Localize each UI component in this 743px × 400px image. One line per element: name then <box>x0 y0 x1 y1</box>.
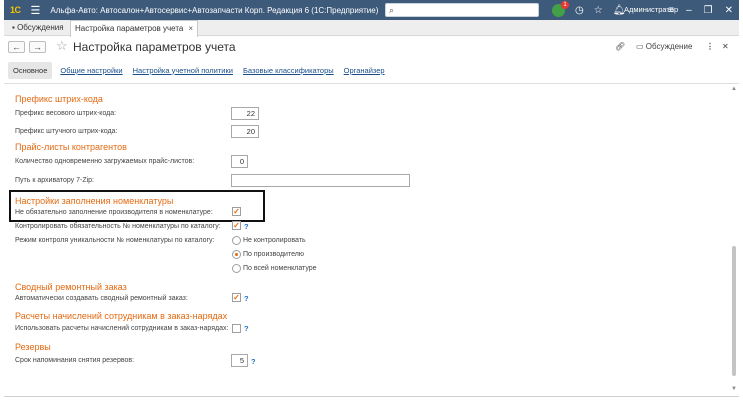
notifications-icon[interactable]: 1 <box>552 0 569 17</box>
highlight-frame <box>9 190 265 222</box>
favorite-star-icon[interactable]: ☆ <box>56 38 68 54</box>
tab-discussions-label: Обсуждения <box>17 23 64 32</box>
help-icon[interactable]: ? <box>244 294 249 303</box>
page-title: Настройка параметров учета <box>73 40 236 54</box>
help-icon[interactable]: ? <box>251 357 256 366</box>
reserve-term-label: Срок напоминания снятия резервов: <box>15 357 135 364</box>
close-form-icon[interactable]: ✕ <box>722 42 729 51</box>
piece-barcode-input[interactable]: 20 <box>231 125 259 138</box>
tab-close-icon[interactable]: × <box>188 24 193 33</box>
help-icon[interactable]: ? <box>244 222 249 231</box>
section-general[interactable]: Общие настройки <box>60 66 122 75</box>
pricelist-count-input[interactable]: 0 <box>231 155 248 168</box>
section-classifiers[interactable]: Базовые классификаторы <box>243 66 334 75</box>
section-links: Основное Общие настройки Настройка учетн… <box>8 61 395 79</box>
discussion-label: Обсуждение <box>645 42 693 51</box>
app-title: Альфа-Авто: Автосалон+Автосервис+Автозап… <box>50 5 379 15</box>
minimize-icon[interactable]: – <box>686 5 692 16</box>
payroll-checkbox[interactable] <box>232 324 241 333</box>
close-icon[interactable]: ✕ <box>725 5 733 16</box>
payroll-label: Использовать расчеты начислений сотрудни… <box>15 325 229 332</box>
main-menu-icon[interactable]: ☰ <box>31 4 41 17</box>
group-nomenclature: Настройки заполнения номенклатуры <box>15 196 174 206</box>
forward-button[interactable]: → <box>29 41 46 53</box>
tab-settings-label: Настройка параметров учета <box>75 24 184 33</box>
radio-no-control[interactable] <box>232 236 241 245</box>
archiver-path-input[interactable] <box>231 174 410 187</box>
group-payroll: Расчеты начислений сотрудникам в заказ-н… <box>15 311 228 321</box>
restore-icon[interactable]: ❐ <box>704 5 713 16</box>
vertical-scrollbar[interactable]: ▲ ▼ <box>731 86 737 394</box>
app-logo: 1С <box>10 5 21 15</box>
discussion-button[interactable]: ▭ Обсуждение <box>636 42 692 51</box>
control-catalog-checkbox[interactable]: ✓ <box>232 221 241 230</box>
divider <box>4 83 739 84</box>
help-icon[interactable]: ? <box>244 324 249 333</box>
back-button[interactable]: ← <box>8 41 25 53</box>
weight-barcode-input[interactable]: 22 <box>231 107 259 120</box>
pricelist-count-label: Количество одновременно загружаемых прай… <box>15 158 195 165</box>
bottom-border <box>4 396 739 397</box>
uniqueness-mode-label: Режим контроля уникальности № номенклату… <box>15 237 215 244</box>
link-icon[interactable]: 🔗︎ <box>615 42 625 51</box>
radio-by-manufacturer[interactable] <box>232 250 241 259</box>
tabs-bar: ▪ Обсуждения Настройка параметров учета × <box>4 20 739 37</box>
auto-repair-order-label: Автоматически создавать сводный ремонтны… <box>15 295 188 302</box>
radio-no-control-label: Не контролировать <box>243 237 306 244</box>
favorites-icon[interactable]: ☆ <box>594 5 603 16</box>
more-menu-icon[interactable]: ⋮ <box>706 42 714 51</box>
manufacturer-optional-checkbox[interactable]: ✓ <box>232 207 241 216</box>
piece-barcode-label: Префикс штучного штрих-кода: <box>15 128 118 135</box>
radio-all-nomenclature-label: По всей номенклатуре <box>243 265 317 272</box>
scroll-down-icon[interactable]: ▼ <box>731 386 737 392</box>
group-repair-order: Сводный ремонтный заказ <box>15 282 127 292</box>
group-barcode: Префикс штрих-кода <box>15 94 103 104</box>
search-icon: ⌕ <box>389 5 395 15</box>
search-input[interactable]: ⌕ <box>385 3 539 17</box>
archiver-path-label: Путь к архиватору 7-Zip: <box>15 177 95 184</box>
settings-icon[interactable]: ≡ <box>668 5 674 16</box>
auto-repair-order-checkbox[interactable]: ✓ <box>232 293 241 302</box>
control-catalog-label: Контролировать обязательность № номенкла… <box>15 223 221 230</box>
tab-discussions[interactable]: ▪ Обсуждения <box>8 20 68 36</box>
group-reserves: Резервы <box>15 342 51 352</box>
tab-settings[interactable]: Настройка параметров учета × <box>70 20 199 37</box>
history-icon[interactable]: ◷ <box>575 5 584 16</box>
radio-by-manufacturer-label: По производителю <box>243 251 305 258</box>
scroll-thumb[interactable] <box>732 246 736 376</box>
section-accounting-policy[interactable]: Настройка учетной политики <box>133 66 233 75</box>
manufacturer-optional-label: Не обязательно заполнение производителя … <box>15 209 213 216</box>
radio-all-nomenclature[interactable] <box>232 264 241 273</box>
title-bar: 1С ☰ Альфа-Авто: Автосалон+Автосервис+Ав… <box>4 0 739 20</box>
reserve-term-input[interactable]: 5 <box>231 354 248 367</box>
group-pricelists: Прайс-листы контрагентов <box>15 142 127 152</box>
notification-badge: 1 <box>561 0 569 9</box>
weight-barcode-label: Префикс весового штрих-кода: <box>15 110 117 117</box>
section-main[interactable]: Основное <box>8 61 53 79</box>
scroll-up-icon[interactable]: ▲ <box>731 86 737 92</box>
section-organizer[interactable]: Органайзер <box>344 66 385 75</box>
